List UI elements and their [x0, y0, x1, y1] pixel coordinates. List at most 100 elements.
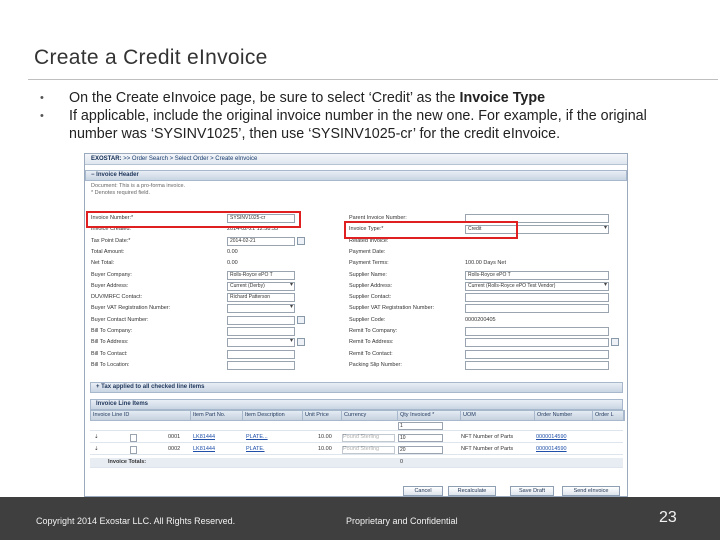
- uom-cell: NFT Number of Parts: [461, 434, 514, 440]
- line-id-cell: 0001: [168, 434, 181, 440]
- field-input[interactable]: [465, 338, 609, 348]
- column-header[interactable]: Invoice Line ID: [91, 411, 191, 420]
- calendar-icon[interactable]: [297, 236, 305, 245]
- part-number-link[interactable]: LK81444: [193, 445, 215, 454]
- field-label: Supplier Name:: [349, 271, 387, 278]
- form-row: Remit To Company:: [349, 326, 619, 336]
- field-dropdown[interactable]: [227, 338, 295, 348]
- qty-invoiced-input[interactable]: 20: [398, 446, 443, 454]
- bullet-1-text: On the Create eInvoice page, be sure to …: [69, 90, 460, 106]
- field-input[interactable]: Richard Patterson: [227, 293, 295, 303]
- field-label: Remit To Address:: [349, 339, 394, 346]
- copyright-text: Copyright 2014 Exostar LLC. All Rights R…: [36, 516, 236, 526]
- uom-cell: NFT Number of Parts: [461, 446, 514, 452]
- field-value: 0.00: [227, 260, 238, 267]
- title-divider: [28, 79, 718, 80]
- field-label: Payment Terms:: [349, 260, 389, 267]
- field-label: Remit To Company:: [349, 328, 398, 334]
- form-row: Remit To Address:: [349, 337, 619, 348]
- column-header[interactable]: UOM: [461, 411, 535, 420]
- description-link[interactable]: PLATE.: [246, 445, 265, 454]
- line-items-section[interactable]: Invoice Line Items: [90, 399, 623, 410]
- save-draft-button[interactable]: Save Draft: [510, 486, 554, 496]
- field-input[interactable]: 2014-02-21: [227, 236, 295, 246]
- currency-dropdown-frame[interactable]: [342, 446, 395, 454]
- column-header[interactable]: Unit Price: [303, 411, 342, 420]
- field-label: Supplier Code:: [349, 316, 386, 323]
- field-label: Buyer VAT Registration Number:: [91, 305, 171, 312]
- field-input[interactable]: [465, 349, 609, 359]
- bullet-dot: •: [40, 92, 44, 104]
- bullet-1-bold: Invoice Type: [459, 90, 546, 106]
- totals-qty: 0: [400, 459, 404, 465]
- filter-row: 1: [90, 421, 623, 431]
- part-number-link[interactable]: LK81444: [193, 433, 215, 442]
- qty-filter-input[interactable]: 1: [398, 422, 443, 430]
- info-message-line1: Document: This is a pro-forma invoice.: [91, 183, 186, 189]
- einvoice-screenshot: EXOSTAR: >> Order Search > Select Order …: [84, 153, 628, 497]
- column-header[interactable]: Qty Invoiced *: [398, 411, 461, 420]
- field-input[interactable]: [465, 360, 609, 370]
- invoice-type-highlight: [344, 221, 518, 240]
- field-label: Bill To Contact:: [91, 350, 128, 357]
- column-header[interactable]: Item Part No.: [191, 411, 243, 420]
- slide-title: Create a Credit eInvoice: [34, 46, 268, 69]
- form-row: Bill To Location:: [91, 360, 305, 370]
- column-header[interactable]: Order Number: [535, 411, 593, 420]
- currency-dropdown-frame[interactable]: [342, 434, 395, 442]
- description-link[interactable]: PLATE...: [246, 433, 268, 442]
- field-label: Packing Slip Number:: [349, 361, 402, 368]
- lookup-icon[interactable]: [297, 338, 305, 347]
- line-id-cell: 0002: [168, 446, 181, 452]
- field-value: 0.00: [227, 248, 238, 255]
- split-line-icon[interactable]: ⇣: [94, 433, 99, 442]
- field-input[interactable]: [227, 349, 295, 359]
- send-einvoice-button[interactable]: Send eInvoice: [562, 486, 620, 496]
- field-input[interactable]: [227, 360, 295, 370]
- column-header[interactable]: Currency: [342, 411, 398, 420]
- order-number-link[interactable]: 0000014590: [536, 445, 567, 454]
- form-row: Packing Slip Number:: [349, 360, 619, 370]
- column-header[interactable]: Order L: [593, 411, 624, 420]
- order-number-link[interactable]: 0000014590: [536, 433, 567, 442]
- recalculate-button[interactable]: Recalculate: [448, 486, 496, 496]
- invoice-header-form: Invoice Number:* SYSINV1025-cr Invoice Cre…: [85, 197, 627, 378]
- form-row: Supplier Address: Current (Rolls-Royce eP…: [349, 281, 619, 291]
- field-label: Bill To Address:: [91, 339, 129, 346]
- bullet-2: • If applicable, include the original in…: [40, 107, 690, 143]
- field-label: Tax Point Date:*: [91, 237, 131, 244]
- form-row: Supplier Contact:: [349, 292, 619, 303]
- form-row: Buyer Address: Current (Derby): [91, 281, 305, 291]
- tax-applied-bar[interactable]: + Tax applied to all checked line items: [90, 382, 623, 393]
- field-label: Remit To Contact:: [349, 350, 393, 357]
- field-input[interactable]: [227, 315, 295, 325]
- field-input[interactable]: [465, 293, 609, 303]
- field-input[interactable]: Rolls-Royce ePO T: [227, 270, 295, 280]
- lookup-icon[interactable]: [611, 338, 619, 347]
- lookup-icon[interactable]: [297, 315, 305, 324]
- column-header[interactable]: Item Description: [243, 411, 303, 420]
- form-row: Tax Point Date:* 2014-02-21: [91, 236, 305, 246]
- required-note: * Denotes required field.: [91, 190, 151, 196]
- field-label: Supplier VAT Registration Number:: [349, 305, 434, 312]
- form-row: Payment Terms: 100.00 Days Net: [349, 258, 619, 268]
- field-dropdown[interactable]: [227, 304, 295, 314]
- field-input[interactable]: [465, 304, 609, 314]
- qty-invoiced-input[interactable]: 10: [398, 434, 443, 442]
- field-dropdown[interactable]: Current (Derby): [227, 281, 295, 291]
- field-dropdown[interactable]: Current (Rolls-Royce ePO Test Vendor): [465, 281, 609, 291]
- breadcrumb-path[interactable]: >> Order Search > Select Order > Create …: [122, 156, 257, 162]
- form-row: Payment Date:: [349, 247, 619, 257]
- field-input[interactable]: [227, 327, 295, 336]
- field-input[interactable]: Rolls-Royce ePO T: [465, 270, 609, 280]
- bullet-1: • On the Create eInvoice page, be sure t…: [40, 89, 690, 107]
- split-line-icon[interactable]: ⇣: [94, 445, 99, 454]
- confidential-text: Proprietary and Confidential: [346, 516, 458, 526]
- row-checkbox[interactable]: [130, 434, 137, 442]
- bullet-dot: •: [40, 110, 44, 122]
- field-input[interactable]: [465, 327, 609, 336]
- cancel-button[interactable]: Cancel: [403, 486, 443, 496]
- invoice-header-section[interactable]: − Invoice Header: [85, 170, 627, 181]
- field-value: 0000200405: [465, 316, 496, 323]
- row-checkbox[interactable]: [130, 446, 137, 454]
